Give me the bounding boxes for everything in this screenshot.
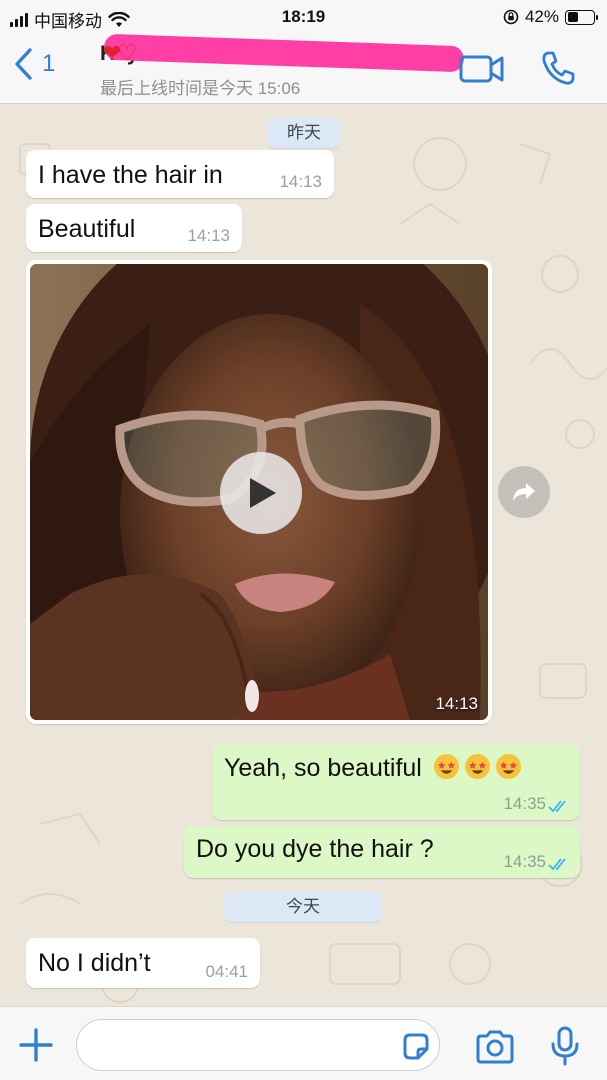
message-time: 14:35 <box>503 794 546 813</box>
read-receipt-icon <box>548 858 566 871</box>
unread-count: 1 <box>42 50 56 77</box>
battery-percent: 42% <box>524 7 559 26</box>
heart-emoji-icon: ❤♡ <box>103 40 137 65</box>
microphone-icon[interactable] <box>548 1025 582 1067</box>
message-text: Do you dye the hair ? <box>196 835 434 863</box>
message-text-row: Yeah, so beautiful <box>224 753 522 783</box>
last-seen-status: 最后上线时间是今天 15:06 <box>100 79 301 98</box>
message-bubble-incoming[interactable]: I have the hair in 14:13 <box>26 150 334 198</box>
message-text: No I didn’t <box>38 949 151 977</box>
phone-icon[interactable] <box>538 48 578 88</box>
message-time: 14:13 <box>187 226 230 245</box>
message-time: 14:13 <box>435 694 478 713</box>
video-message[interactable]: 14:13 <box>26 260 492 724</box>
star-struck-emoji-icon <box>464 753 490 780</box>
date-separator-today: 今天 <box>224 892 382 922</box>
forward-arrow-icon <box>513 483 535 501</box>
message-time: 14:35 <box>503 852 546 871</box>
message-time: 14:13 <box>279 172 322 191</box>
chat-header: 1 Kay Kevelinuu ❤♡ 最后上线时间是今天 15:06 <box>0 33 607 104</box>
camera-icon[interactable] <box>474 1029 516 1065</box>
message-bubble-incoming[interactable]: No I didn’t 04:41 <box>26 938 260 988</box>
message-text: Beautiful <box>38 215 136 243</box>
status-right: 42% <box>503 7 598 27</box>
video-thumbnail[interactable]: 14:13 <box>30 264 488 720</box>
message-bubble-outgoing[interactable]: Do you dye the hair ? 14:35 <box>184 826 580 878</box>
message-text: Yeah, so beautiful <box>224 754 422 782</box>
star-struck-emoji-icon <box>433 753 459 780</box>
message-input[interactable] <box>76 1019 440 1071</box>
sticker-icon[interactable] <box>400 1031 432 1063</box>
message-input-bar <box>0 1006 607 1080</box>
orientation-lock-icon <box>503 9 519 25</box>
chat-thread[interactable]: 昨天 I have the hair in 14:13 Beautiful 14… <box>0 104 607 1006</box>
message-text: I have the hair in <box>38 161 223 189</box>
battery-icon <box>565 9 598 25</box>
chevron-left-icon <box>15 48 32 80</box>
play-button[interactable] <box>220 452 302 534</box>
play-icon <box>250 478 276 508</box>
date-separator-yesterday: 昨天 <box>267 118 341 148</box>
status-bar: 中国移动 18:19 42% <box>0 0 607 34</box>
message-time: 04:41 <box>205 962 248 981</box>
star-struck-emoji-icon <box>495 753 521 780</box>
video-camera-icon[interactable] <box>458 48 506 88</box>
message-bubble-incoming[interactable]: Beautiful 14:13 <box>26 204 242 252</box>
plus-icon[interactable] <box>18 1027 54 1063</box>
back-button[interactable]: 1 <box>12 46 55 82</box>
read-receipt-icon <box>548 800 566 813</box>
forward-button[interactable] <box>498 466 550 518</box>
message-bubble-outgoing[interactable]: Yeah, so beautiful 14:35 <box>212 744 580 820</box>
